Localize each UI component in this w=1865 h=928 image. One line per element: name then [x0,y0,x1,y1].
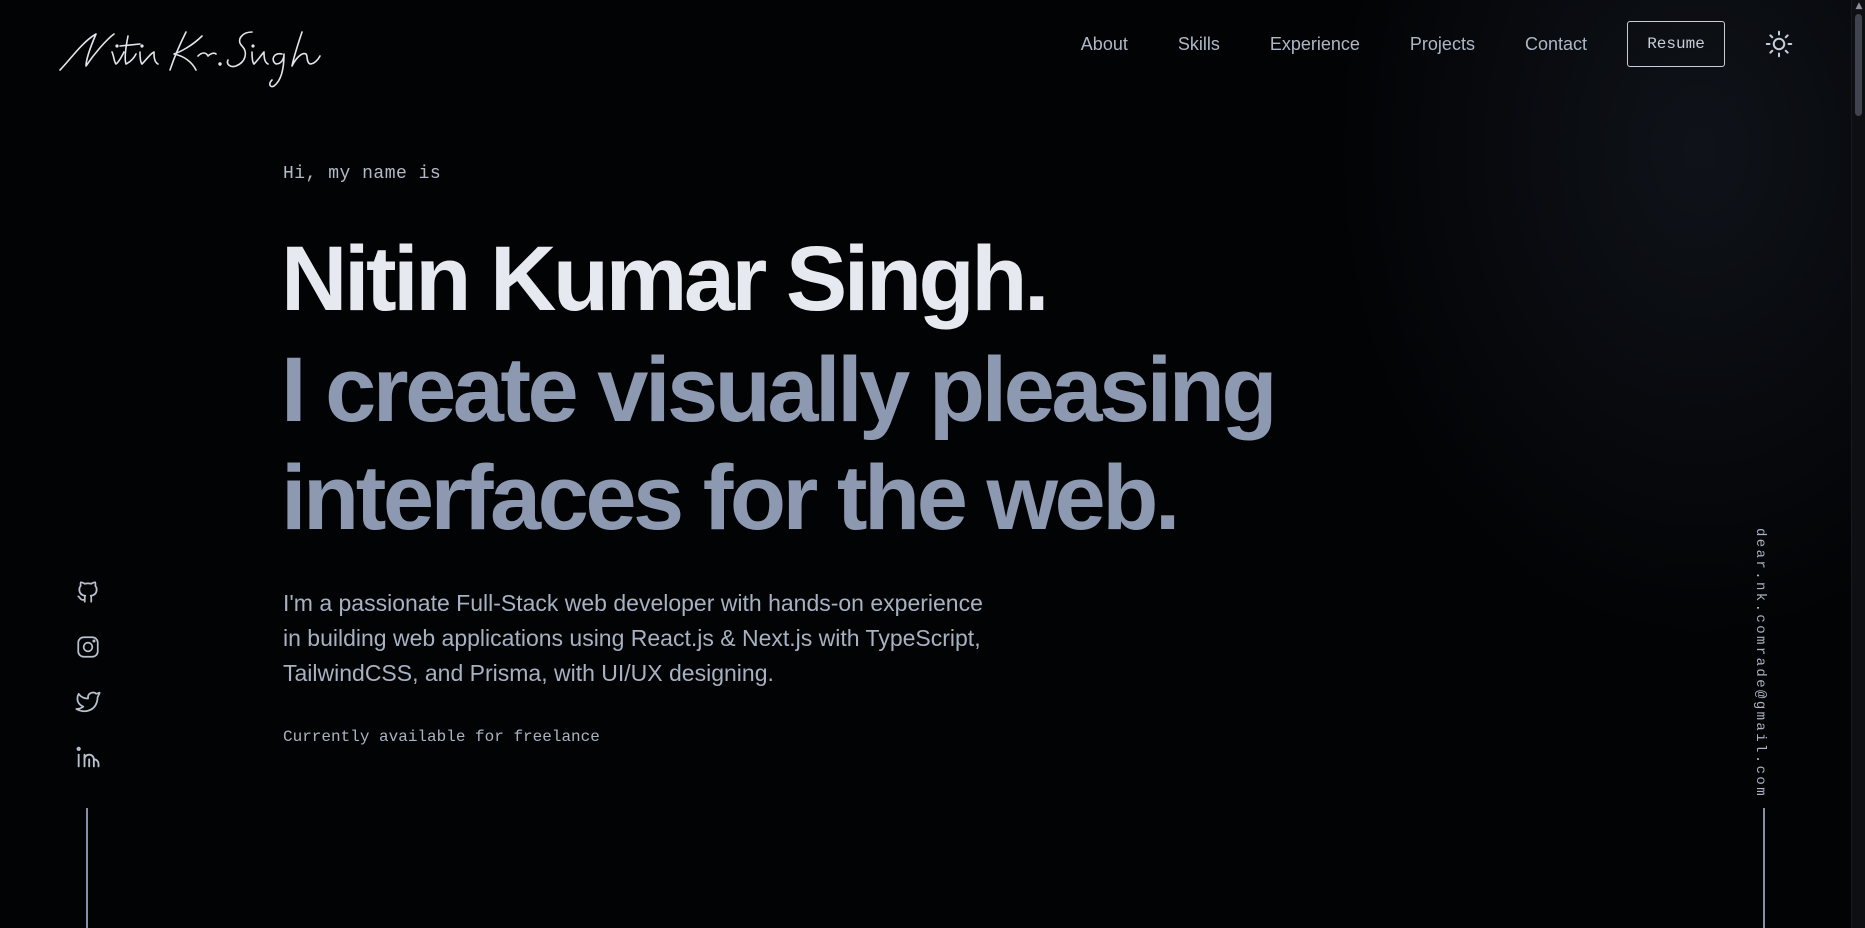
main-nav: About Skills Experience Projects Contact… [1081,20,1795,68]
instagram-icon [75,634,101,660]
scroll-up-arrow-icon[interactable]: ▲ [1852,0,1865,12]
left-rail-line [86,808,88,928]
theme-toggle-button[interactable] [1763,28,1795,60]
linkedin-icon [74,743,102,771]
scrollbar-thumb[interactable] [1855,14,1862,116]
availability-note: Currently available for freelance [283,728,600,746]
right-rail-line [1763,808,1765,928]
nav-link-projects[interactable]: Projects [1410,34,1475,55]
nav-link-about[interactable]: About [1081,34,1128,55]
signature-logo[interactable] [56,26,326,92]
sun-icon [1764,29,1794,59]
resume-button[interactable]: Resume [1627,21,1725,67]
twitter-link[interactable] [72,686,104,718]
nav-link-contact[interactable]: Contact [1525,34,1587,55]
portfolio-page: About Skills Experience Projects Contact… [0,0,1865,928]
github-icon [75,579,101,605]
linkedin-link[interactable] [72,741,104,773]
hero-tagline: I create visually pleasing interfaces fo… [281,339,1278,549]
hero-greeting: Hi, my name is [283,164,442,184]
twitter-icon [74,688,102,716]
hero-name: Nitin Kumar Singh. [281,228,1050,330]
email-link[interactable]: dear.nk.comrade@gmail.com [1752,528,1768,798]
nav-link-experience[interactable]: Experience [1270,34,1360,55]
hero-description: I'm a passionate Full-Stack web develope… [283,590,983,686]
page-scrollbar[interactable]: ▲ [1851,0,1865,928]
github-link[interactable] [72,576,104,608]
nav-link-skills[interactable]: Skills [1178,34,1220,55]
social-links [70,576,106,796]
instagram-link[interactable] [72,631,104,663]
